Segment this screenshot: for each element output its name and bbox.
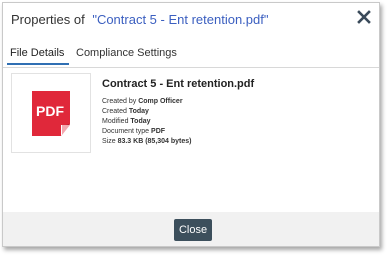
meta-modified: Modified Today [102, 118, 151, 125]
properties-dialog: Properties of "Contract 5 - Ent retentio… [2, 2, 380, 247]
meta-created-by: Created by Comp Officer [102, 98, 183, 105]
title-prefix: Properties of [11, 12, 85, 27]
dialog-header: Properties of "Contract 5 - Ent retentio… [3, 3, 379, 37]
pdf-icon: PDF [32, 91, 70, 136]
meta-label: Created by [102, 98, 137, 105]
meta-document-type: Document type PDF [102, 128, 165, 135]
title-document-name: "Contract 5 - Ent retention.pdf" [92, 12, 269, 27]
meta-size: Size 83.3 KB (85,304 bytes) [102, 138, 192, 145]
meta-value: Today [128, 108, 149, 115]
close-icon[interactable] [356, 9, 372, 25]
meta-value: Comp Officer [138, 98, 183, 105]
dialog-title: Properties of "Contract 5 - Ent retentio… [11, 12, 268, 27]
close-button[interactable]: Close [174, 219, 212, 241]
meta-label: Size [102, 138, 116, 145]
pdf-label: PDF [36, 103, 64, 119]
meta-created: Created Today [102, 108, 149, 115]
tab-file-details[interactable]: File Details [6, 47, 70, 65]
meta-label: Document type [102, 128, 150, 135]
meta-label: Created [102, 108, 127, 115]
file-name: Contract 5 - Ent retention.pdf [102, 78, 255, 90]
meta-value: 83.3 KB (85,304 bytes) [117, 138, 192, 145]
tab-bar: File Details Compliance Settings [3, 43, 379, 68]
file-thumbnail: PDF [11, 73, 91, 153]
meta-value: Today [130, 118, 151, 125]
dialog-footer: Close [3, 212, 379, 246]
meta-value: PDF [151, 128, 166, 135]
tab-compliance-settings[interactable]: Compliance Settings [76, 47, 177, 59]
meta-label: Modified [102, 118, 129, 125]
